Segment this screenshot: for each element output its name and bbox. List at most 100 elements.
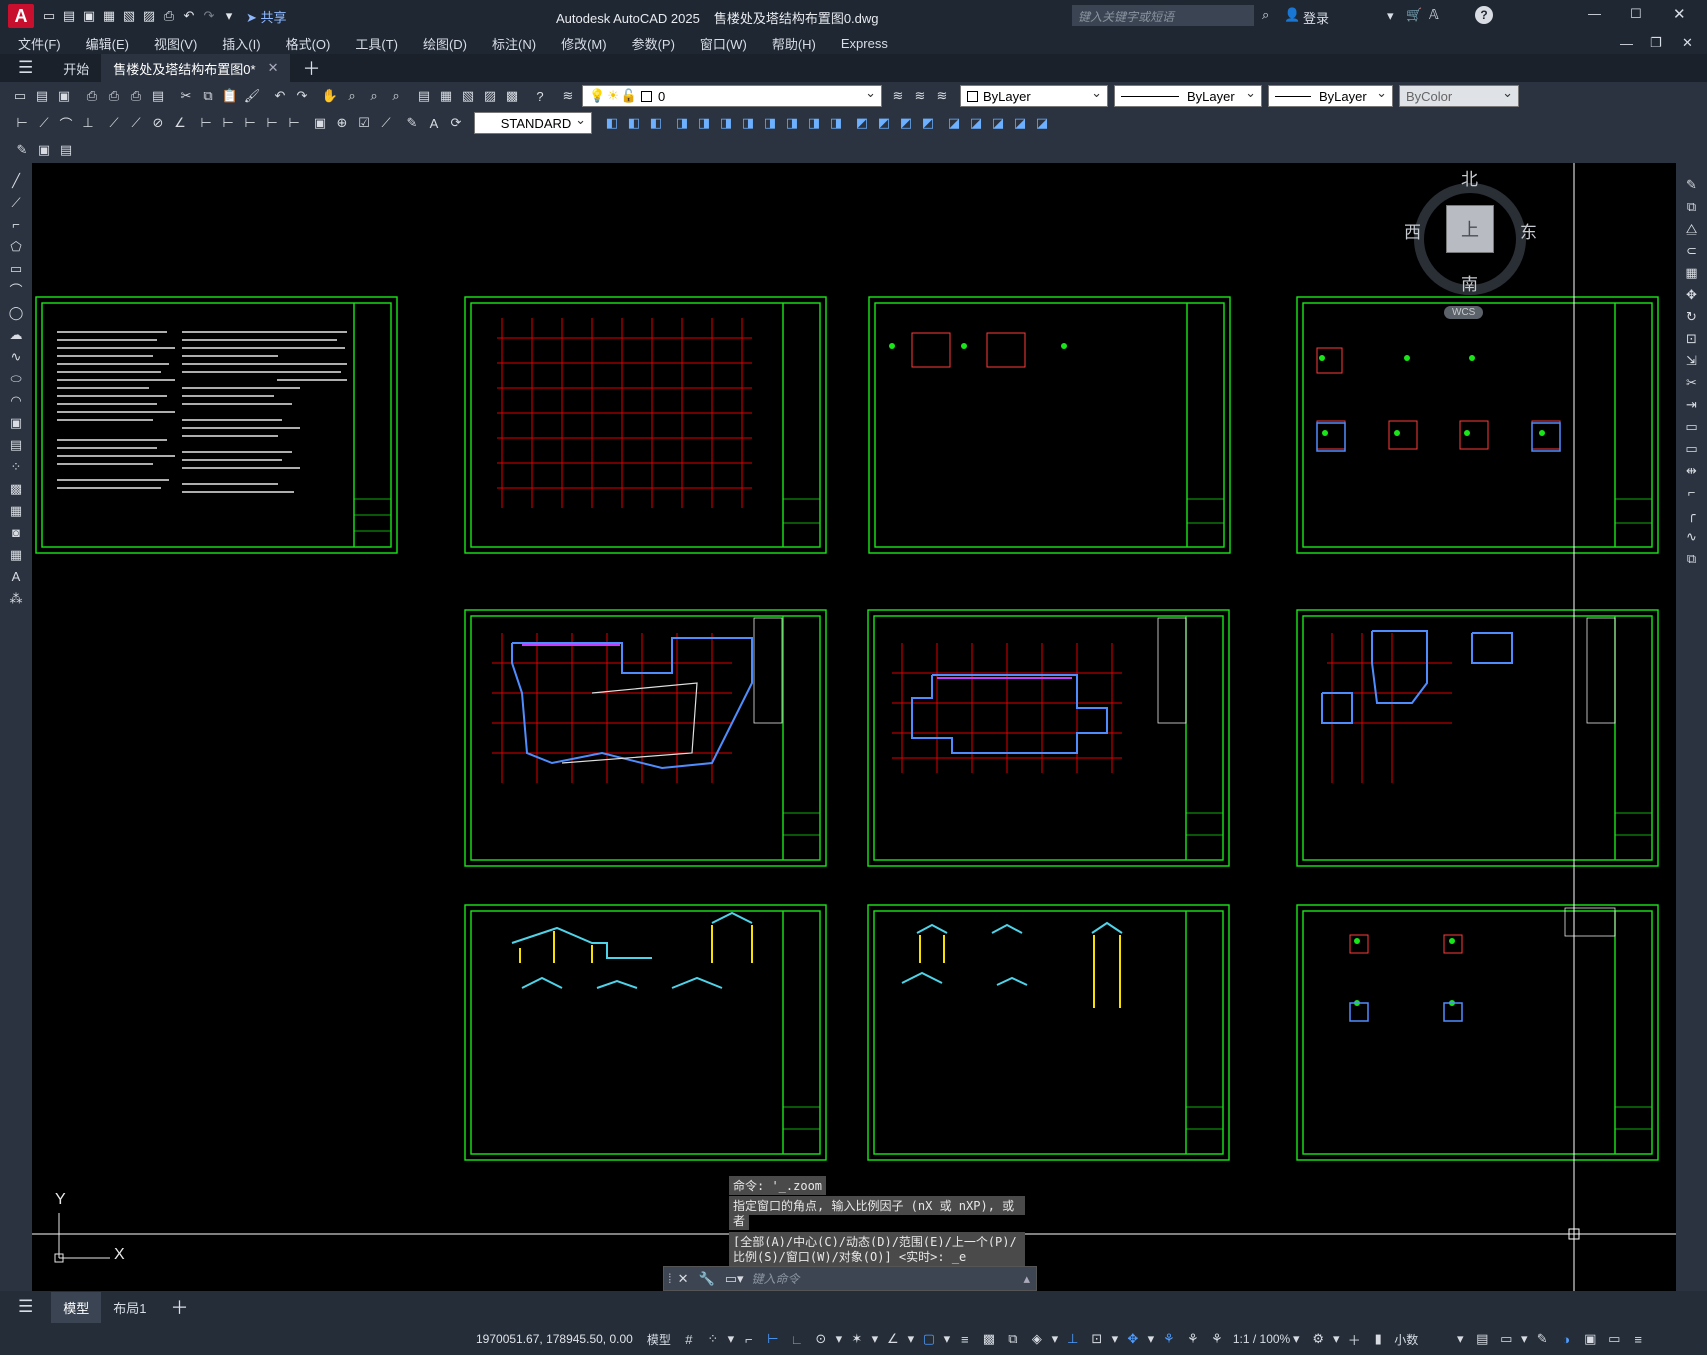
ordinate-dim-icon[interactable]: ⊥	[78, 113, 98, 133]
menu-view[interactable]: 视图(V)	[154, 34, 197, 53]
selection-filter-icon[interactable]: ⊡	[1085, 1327, 1109, 1351]
offset-icon[interactable]: ⊂	[1682, 241, 1702, 261]
viewcube-south[interactable]: 南	[1461, 270, 1478, 295]
viewcube[interactable]: 上 北 南 西 东 WCS	[1398, 163, 1558, 333]
selection-cycling-icon[interactable]: ⧉	[1001, 1327, 1025, 1351]
help-icon[interactable]: ?	[1475, 6, 1493, 24]
viewcube-west[interactable]: 西	[1404, 218, 1421, 243]
mtext-icon[interactable]: A	[6, 567, 26, 587]
menu-file[interactable]: 文件(F)	[18, 34, 61, 53]
ellipse-icon[interactable]: ⬭	[6, 369, 26, 389]
tab-layout1[interactable]: 布局1	[101, 1292, 158, 1323]
copy-object-icon[interactable]: ⧉	[1682, 197, 1702, 217]
3d-intersect-icon[interactable]: ◨	[782, 113, 802, 133]
command-close-icon[interactable]: ✕	[678, 1271, 689, 1287]
arc-icon[interactable]: ⌒	[6, 281, 26, 301]
menu-edit[interactable]: 编辑(E)	[86, 34, 129, 53]
pan-icon[interactable]: ✋	[320, 86, 340, 106]
ortho-icon[interactable]: ∟	[785, 1327, 809, 1351]
explode-icon[interactable]: ⧉	[1682, 549, 1702, 569]
menu-parametric[interactable]: 参数(P)	[632, 34, 675, 53]
baseline-dim-icon[interactable]: ⊢	[218, 113, 238, 133]
osnap-dropdown-icon[interactable]: ▾	[941, 1327, 953, 1351]
selection-filter-dropdown-icon[interactable]: ▾	[1109, 1327, 1121, 1351]
publish-icon[interactable]: ▧	[120, 7, 138, 25]
layer-states-icon[interactable]: ≋	[932, 86, 952, 106]
menu-draw[interactable]: 绘图(D)	[423, 34, 467, 53]
clean-screen-icon[interactable]: ▣	[1578, 1327, 1602, 1351]
undo-icon[interactable]: ↶	[270, 86, 290, 106]
3d-revolve-icon[interactable]: ◨	[826, 113, 846, 133]
object-snap-icon[interactable]: ▢	[917, 1327, 941, 1351]
make-current-icon[interactable]: ≋	[888, 86, 908, 106]
polar-icon[interactable]: ⊙	[809, 1327, 833, 1351]
menu-format[interactable]: 格式(O)	[286, 34, 331, 53]
color-dropdown[interactable]: ByLayer	[960, 85, 1108, 107]
break-at-point-icon[interactable]: ▭	[1682, 417, 1702, 437]
construction-line-icon[interactable]: ⟋	[6, 193, 26, 213]
revision-cloud-icon[interactable]: ☁	[6, 325, 26, 345]
customization-icon[interactable]: ▭	[1602, 1327, 1626, 1351]
user-icon[interactable]: 👤	[1284, 7, 1300, 23]
erase-icon[interactable]: ✎	[1682, 175, 1702, 195]
3d-loft-icon[interactable]: ◩	[874, 113, 894, 133]
units-dropdown-icon[interactable]: ▾	[1454, 1327, 1466, 1351]
fillet-icon[interactable]: ╭	[1682, 505, 1702, 525]
menu-dimension[interactable]: 标注(N)	[492, 34, 536, 53]
3d-torus-icon[interactable]: ◨	[716, 113, 736, 133]
lineweight-dropdown[interactable]: ByLayer	[1268, 85, 1393, 107]
polygon-icon[interactable]: ⬠	[6, 237, 26, 257]
linetype-dropdown[interactable]: ByLayer	[1114, 85, 1262, 107]
layout-menu-icon[interactable]: ☰	[0, 1293, 51, 1321]
grid-icon[interactable]: #	[677, 1327, 701, 1351]
ellipse-arc-icon[interactable]: ◠	[6, 391, 26, 411]
viewcube-north[interactable]: 北	[1461, 165, 1478, 190]
line-icon[interactable]: ╱	[6, 171, 26, 191]
doc-close-icon[interactable]: ✕	[1682, 35, 1693, 51]
infer-constraints-icon[interactable]: ⌐	[737, 1327, 761, 1351]
3d-cylinder-icon[interactable]: ◧	[646, 113, 666, 133]
plot-icon[interactable]: ⎙	[160, 7, 178, 25]
print-icon[interactable]: ⎙	[82, 86, 102, 106]
auto-scale-icon[interactable]: ⚘	[1181, 1327, 1205, 1351]
command-input[interactable]: 键入命令	[752, 1270, 1024, 1287]
snap-dropdown-icon[interactable]: ▾	[725, 1327, 737, 1351]
autodesk-a360-icon[interactable]: 𝔸	[1429, 7, 1439, 23]
command-customize-icon[interactable]: 🔧	[699, 1271, 715, 1287]
dim-style-dropdown[interactable]: STANDARD	[474, 112, 592, 134]
workspace-gear-icon[interactable]: ⚙	[1306, 1327, 1330, 1351]
dim-space-icon[interactable]: ⊢	[262, 113, 282, 133]
gradient-icon[interactable]: ▦	[6, 501, 26, 521]
hardware-acceleration-icon[interactable]: ◑	[1554, 1327, 1578, 1351]
isodraft-dropdown-icon[interactable]: ▾	[869, 1327, 881, 1351]
scale-dropdown-icon[interactable]: ▾	[1290, 1327, 1302, 1351]
3d-mirror-icon[interactable]: ◪	[1010, 113, 1030, 133]
help-icon[interactable]: ?	[530, 86, 550, 106]
new-tab-icon[interactable]: ＋	[290, 54, 332, 82]
autocad-logo[interactable]: A	[8, 4, 34, 28]
3d-osnap-dropdown-icon[interactable]: ▾	[1049, 1327, 1061, 1351]
continue-dim-icon[interactable]: ⊢	[240, 113, 260, 133]
model-space-toggle[interactable]: 模型	[647, 1331, 671, 1348]
inspect-icon[interactable]: ☑	[354, 113, 374, 133]
publish-icon[interactable]: ⎙	[126, 86, 146, 106]
radius-dim-icon[interactable]: ⟋	[104, 113, 124, 133]
isodraft-icon[interactable]: ✶	[845, 1327, 869, 1351]
3d-section-icon[interactable]: ◩	[918, 113, 938, 133]
3d-wedge-icon[interactable]: ◧	[624, 113, 644, 133]
cut-icon[interactable]: ✂	[176, 86, 196, 106]
chamfer-icon[interactable]: ⌐	[1682, 483, 1702, 503]
annotation-scale-icon[interactable]: ⚘	[1205, 1327, 1229, 1351]
close-icon[interactable]: ✕	[1673, 5, 1686, 23]
dropdown-icon[interactable]: ▾	[1387, 8, 1394, 24]
quick-properties-icon[interactable]: ▤	[1470, 1327, 1494, 1351]
tab-start[interactable]: 开始	[51, 54, 101, 82]
annotation-visibility-icon[interactable]: ⚘	[1157, 1327, 1181, 1351]
quick-dim-icon[interactable]: ⊢	[196, 113, 216, 133]
pdf-icon[interactable]: ▤	[148, 86, 168, 106]
redo-icon[interactable]: ↷	[200, 7, 218, 25]
tab-model[interactable]: 模型	[51, 1291, 102, 1323]
rotate-icon[interactable]: ↻	[1682, 307, 1702, 327]
tracking-dropdown-icon[interactable]: ▾	[905, 1327, 917, 1351]
rectangle-icon[interactable]: ▭	[6, 259, 26, 279]
